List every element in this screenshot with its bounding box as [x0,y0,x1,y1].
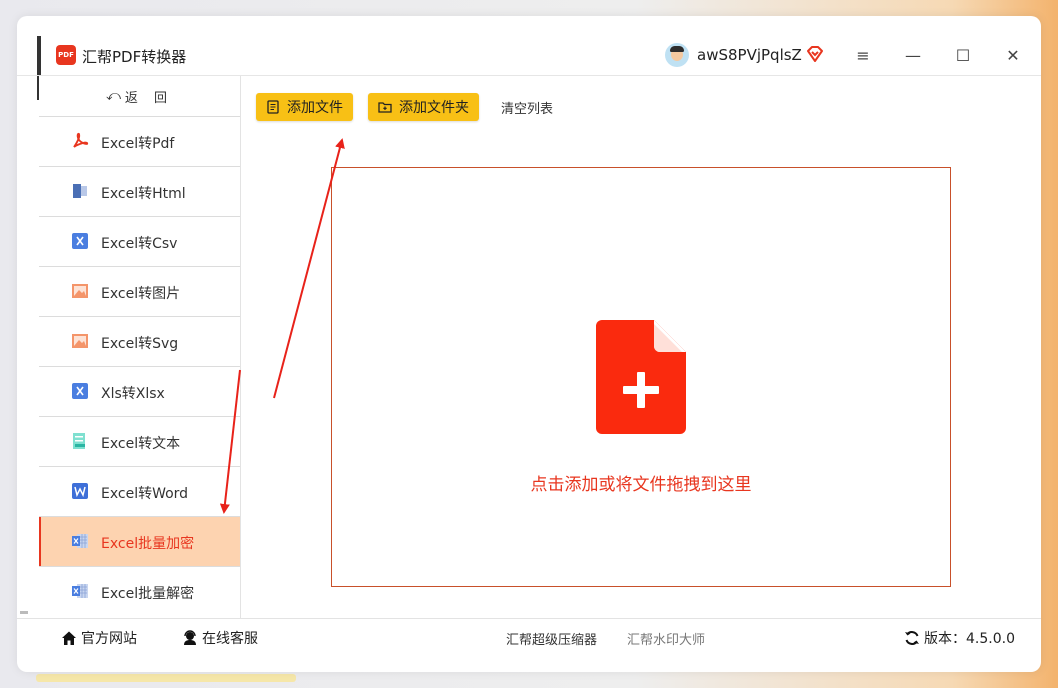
refresh-icon [905,631,920,645]
sidebar-item-excel-to-text[interactable]: Excel转文本 [39,416,240,466]
username[interactable]: awS8PVjPqlsZ [697,46,802,64]
sidebar-item-label: Excel转Pdf [101,136,175,152]
online-service-link[interactable]: 在线客服 [182,628,258,648]
minimize-button[interactable]: — [902,44,924,66]
online-service-label: 在线客服 [202,631,258,647]
sidebar-item-label: Excel转Svg [101,336,179,352]
background-strip [36,674,296,682]
sidebar-item-excel-to-pdf[interactable]: Excel转Pdf [39,116,240,166]
sidebar-item-xls-to-xlsx[interactable]: Xls转Xlsx [39,366,240,416]
sidebar-item-excel-to-csv[interactable]: Excel转Csv [39,216,240,266]
avatar-hair [670,46,684,52]
text-doc-icon [73,433,85,449]
official-site-label: 官方网站 [81,631,137,647]
image-icon [72,334,88,348]
image-icon [72,284,88,298]
version-info[interactable]: 版本：4.5.0.0 [904,628,1015,648]
excel-x-icon [72,383,88,399]
sidebar-item-label: Excel转图片 [101,286,181,302]
add-folder-button[interactable]: 添加文件夹 [368,93,479,121]
app-title: 汇帮PDF转换器 [82,48,187,66]
sidebar-item-label: Xls转Xlsx [101,386,165,402]
footer-bar: 官方网站 在线客服 汇帮超级压缩器 汇帮水印大师 版本：4.5.0.0 [17,619,1041,659]
clear-list-button[interactable]: 清空列表 [501,98,553,117]
sidebar-item-label: Excel批量加密 [101,536,195,552]
excel-sheet-icon [72,584,88,598]
sidebar-item-excel-to-html[interactable]: Excel转Html [39,166,240,216]
sidebar: ⤺ 返 回 Excel转Pdf Excel转Html Excel转Csv Exc… [39,76,241,618]
add-file-button[interactable]: 添加文件 [256,93,353,121]
official-site-link[interactable]: 官方网站 [61,628,137,648]
back-label: 返 回 [124,90,174,106]
back-arrow-icon: ⤺ [105,88,121,104]
menu-button[interactable]: ≡ [852,44,874,66]
add-file-large-icon [596,320,686,434]
customer-service-icon [184,630,196,645]
title-bar: PDF 汇帮PDF转换器 awS8PVjPqlsZ ≡ — ☐ ✕ [17,16,1041,76]
sidebar-item-excel-to-word[interactable]: Excel转Word [39,466,240,516]
app-window: PDF 汇帮PDF转换器 awS8PVjPqlsZ ≡ — ☐ ✕ ⤺ 返 回 … [17,16,1041,672]
sidebar-item-excel-to-svg[interactable]: Excel转Svg [39,316,240,366]
maximize-button[interactable]: ☐ [952,44,974,66]
sidebar-item-label: Excel转文本 [101,436,181,452]
sidebar-item-label: Excel转Csv [101,236,178,252]
compressor-link[interactable]: 汇帮超级压缩器 [506,629,597,648]
sidebar-item-excel-to-image[interactable]: Excel转图片 [39,266,240,316]
add-folder-label: 添加文件夹 [399,100,469,116]
word-icon [72,483,88,499]
sidebar-item-excel-batch-encrypt[interactable]: Excel批量加密 [39,516,240,567]
home-icon [62,631,76,645]
version-label: 版本：4.5.0.0 [924,631,1015,647]
back-button[interactable]: ⤺ 返 回 [39,76,240,116]
close-button[interactable]: ✕ [1002,44,1024,66]
add-folder-icon [378,102,392,113]
file-drop-zone[interactable]: 点击添加或将文件拖拽到这里 [331,167,951,587]
sidebar-item-label: Excel批量解密 [101,586,195,602]
sidebar-item-label: Excel转Html [101,186,186,202]
sidebar-item-excel-batch-decrypt[interactable]: Excel批量解密 [39,566,240,616]
sidebar-scrollbar[interactable] [20,611,28,614]
pdf-icon [73,132,89,148]
sidebar-item-label: Excel转Word [101,486,189,502]
drop-zone-hint: 点击添加或将文件拖拽到这里 [530,475,752,495]
vip-diamond-icon[interactable] [805,44,825,64]
watermark-link[interactable]: 汇帮水印大师 [627,629,705,648]
add-file-label: 添加文件 [287,100,343,116]
app-logo-icon: PDF [56,45,76,65]
user-avatar[interactable] [665,43,689,67]
excel-sheet-icon [72,534,88,548]
html-icon [73,184,87,198]
excel-x-icon [72,233,88,249]
add-file-icon [267,100,279,114]
